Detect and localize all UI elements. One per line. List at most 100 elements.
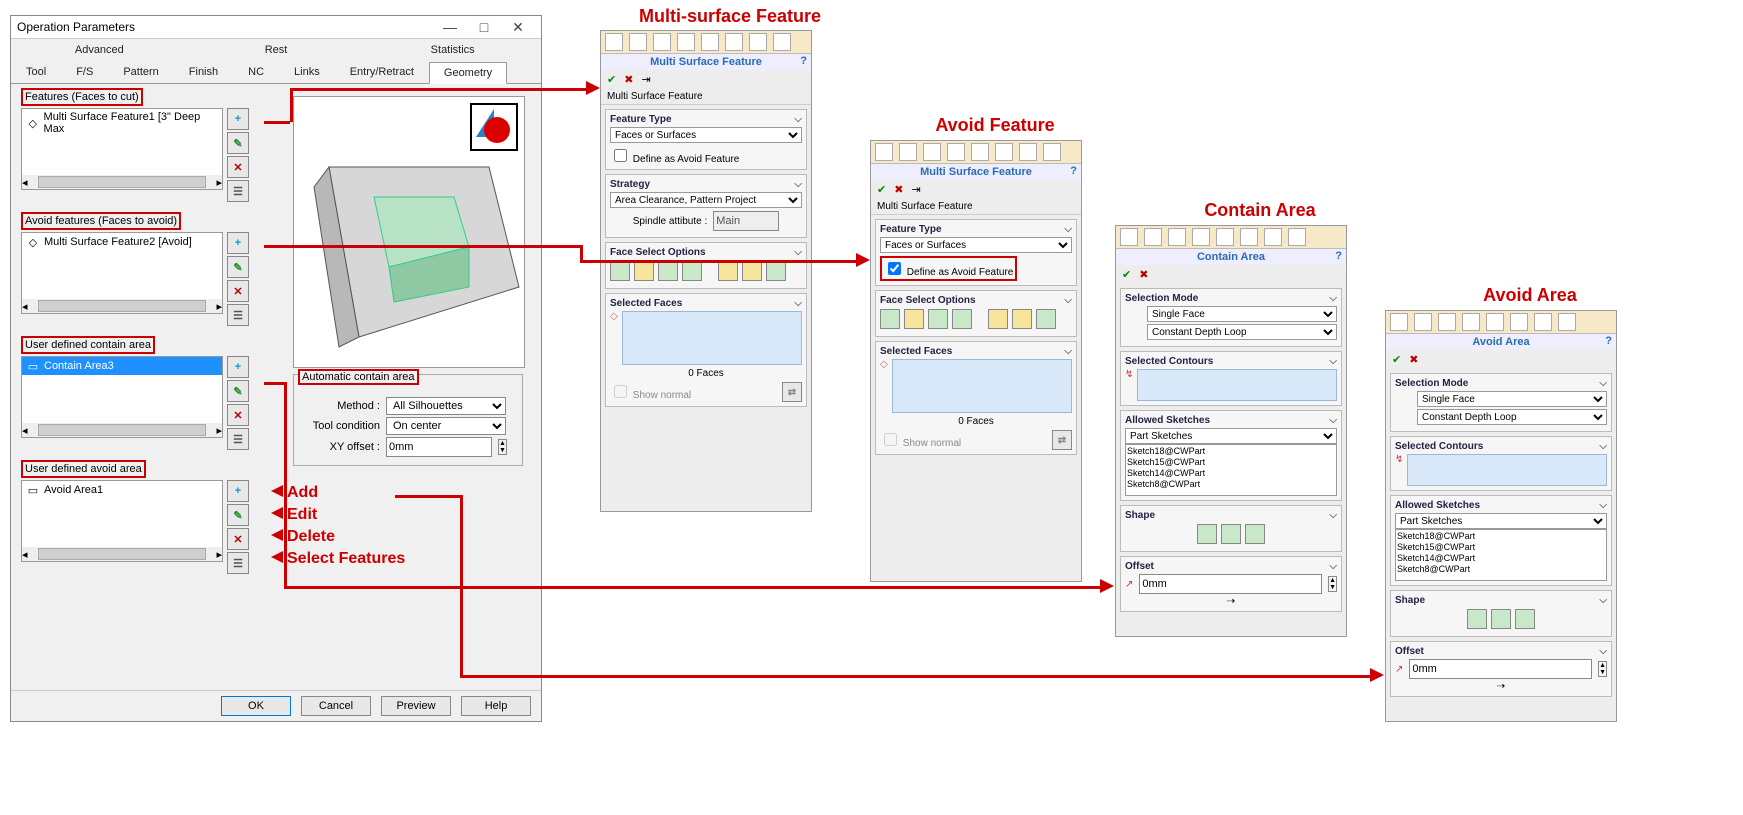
delete-button[interactable]: ✕ xyxy=(227,156,249,178)
toolbar-icon[interactable] xyxy=(1390,313,1408,331)
flip-normal-button[interactable]: ⇄ xyxy=(1052,430,1072,450)
maximize-button[interactable]: □ xyxy=(467,19,501,35)
toolbar-icon[interactable] xyxy=(1168,228,1186,246)
toolbar-icon[interactable] xyxy=(1438,313,1456,331)
contours-listbox[interactable] xyxy=(1137,369,1337,401)
offset-input[interactable] xyxy=(1139,574,1322,594)
define-avoid-checkbox[interactable] xyxy=(888,262,901,275)
toolbar-icon[interactable] xyxy=(1510,313,1528,331)
depth-loop-select[interactable]: Constant Depth Loop xyxy=(1147,324,1337,340)
spinner[interactable]: ▲▼ xyxy=(1328,576,1337,592)
ok-icon[interactable]: ✔ xyxy=(607,73,616,86)
toolbar-icon[interactable] xyxy=(1534,313,1552,331)
faces-listbox[interactable] xyxy=(622,311,802,365)
edit-button[interactable]: ✎ xyxy=(227,132,249,154)
shape-icon[interactable] xyxy=(1221,524,1241,544)
add-button[interactable]: + xyxy=(227,356,249,378)
add-button[interactable]: + xyxy=(227,480,249,502)
cancel-icon[interactable]: ✖ xyxy=(1139,268,1148,281)
define-avoid-checkbox[interactable] xyxy=(614,149,627,162)
sketch-source-select[interactable]: Part Sketches xyxy=(1125,428,1337,444)
list-item[interactable]: Sketch18@CWPart xyxy=(1397,531,1605,542)
collapse-icon[interactable]: ⌵ xyxy=(794,298,802,309)
list-item[interactable]: ▭ Avoid Area1 xyxy=(22,481,222,499)
feature-type-select[interactable]: Faces or Surfaces xyxy=(610,127,802,143)
toolbar-icon[interactable] xyxy=(773,33,791,51)
fso-icon[interactable] xyxy=(880,309,900,329)
toolbar-icon[interactable] xyxy=(653,33,671,51)
shape-icon[interactable] xyxy=(1515,609,1535,629)
collapse-icon[interactable]: ⌵ xyxy=(1599,500,1607,511)
ok-icon[interactable]: ✔ xyxy=(877,183,886,196)
faces-listbox[interactable] xyxy=(892,359,1072,413)
toolbar-icon[interactable] xyxy=(971,143,989,161)
collapse-icon[interactable]: ⌵ xyxy=(1599,646,1607,657)
tab-links[interactable]: Links xyxy=(279,61,335,83)
list-item[interactable]: Sketch8@CWPart xyxy=(1397,564,1605,575)
hscrollbar[interactable]: ◂▸ xyxy=(22,175,222,189)
add-button[interactable]: + xyxy=(227,108,249,130)
list-item[interactable]: Sketch15@CWPart xyxy=(1397,542,1605,553)
tab-entry-retract[interactable]: Entry/Retract xyxy=(335,61,429,83)
shape-icon[interactable] xyxy=(1245,524,1265,544)
tab-statistics[interactable]: Statistics xyxy=(364,39,541,61)
list-item[interactable]: ◇ Multi Surface Feature1 [3" Deep Max xyxy=(22,109,222,137)
list-item[interactable]: ◇ Multi Surface Feature2 [Avoid] xyxy=(22,233,222,251)
list-item[interactable]: ▭ Contain Area3 xyxy=(22,357,222,375)
help-button[interactable]: Help xyxy=(461,696,531,716)
fso-icon[interactable] xyxy=(742,261,762,281)
fso-icon[interactable] xyxy=(928,309,948,329)
pin-icon[interactable]: ⇥ xyxy=(911,183,920,196)
tab-advanced[interactable]: Advanced xyxy=(11,39,188,61)
fso-icon[interactable] xyxy=(610,261,630,281)
toolbar-icon[interactable] xyxy=(1558,313,1576,331)
toolbar-icon[interactable] xyxy=(1486,313,1504,331)
toolbar-icon[interactable] xyxy=(629,33,647,51)
collapse-icon[interactable]: ⌵ xyxy=(1599,595,1607,606)
toolbar-icon[interactable] xyxy=(1462,313,1480,331)
sketches-list[interactable]: Sketch18@CWPart Sketch15@CWPart Sketch14… xyxy=(1125,444,1337,496)
feature-type-select[interactable]: Faces or Surfaces xyxy=(880,237,1072,253)
edit-button[interactable]: ✎ xyxy=(227,256,249,278)
fso-icon[interactable] xyxy=(988,309,1008,329)
toolbar-icon[interactable] xyxy=(725,33,743,51)
offset-arrow-icon[interactable]: ⇢ xyxy=(1497,681,1505,692)
collapse-icon[interactable]: ⌵ xyxy=(1329,356,1337,367)
hscrollbar[interactable]: ◂▸ xyxy=(22,423,222,437)
delete-button[interactable]: ✕ xyxy=(227,528,249,550)
toolbar-icon[interactable] xyxy=(1144,228,1162,246)
fso-icon[interactable] xyxy=(634,261,654,281)
depth-loop-select[interactable]: Constant Depth Loop xyxy=(1417,409,1607,425)
tab-rest[interactable]: Rest xyxy=(188,39,365,61)
toolbar-icon[interactable] xyxy=(1043,143,1061,161)
toolbar-icon[interactable] xyxy=(1414,313,1432,331)
tab-pattern[interactable]: Pattern xyxy=(108,61,173,83)
toolbar-icon[interactable] xyxy=(605,33,623,51)
collapse-icon[interactable]: ⌵ xyxy=(1329,561,1337,572)
offset-arrow-icon[interactable]: ⇢ xyxy=(1227,596,1235,607)
fso-icon[interactable] xyxy=(682,261,702,281)
hscrollbar[interactable]: ◂▸ xyxy=(22,547,222,561)
toolbar-icon[interactable] xyxy=(1240,228,1258,246)
collapse-icon[interactable]: ⌵ xyxy=(1599,378,1607,389)
fso-icon[interactable] xyxy=(658,261,678,281)
hscrollbar[interactable]: ◂▸ xyxy=(22,299,222,313)
tool-condition-select[interactable]: On center xyxy=(386,417,506,435)
collapse-icon[interactable]: ⌵ xyxy=(794,114,802,125)
cancel-icon[interactable]: ✖ xyxy=(1409,353,1418,366)
fso-icon[interactable] xyxy=(766,261,786,281)
help-icon[interactable]: ? xyxy=(800,55,807,67)
collapse-icon[interactable]: ⌵ xyxy=(1329,415,1337,426)
offset-input[interactable] xyxy=(1409,659,1592,679)
list-item[interactable]: Sketch15@CWPart xyxy=(1127,457,1335,468)
toolbar-icon[interactable] xyxy=(1216,228,1234,246)
collapse-icon[interactable]: ⌵ xyxy=(1064,346,1072,357)
single-face-select[interactable]: Single Face xyxy=(1417,391,1607,407)
spinner[interactable]: ▲▼ xyxy=(498,439,507,455)
collapse-icon[interactable]: ⌵ xyxy=(1064,224,1072,235)
preview-button[interactable]: Preview xyxy=(381,696,451,716)
cancel-icon[interactable]: ✖ xyxy=(624,73,633,86)
tab-geometry[interactable]: Geometry xyxy=(429,62,507,84)
toolbar-icon[interactable] xyxy=(1192,228,1210,246)
toolbar-icon[interactable] xyxy=(1120,228,1138,246)
